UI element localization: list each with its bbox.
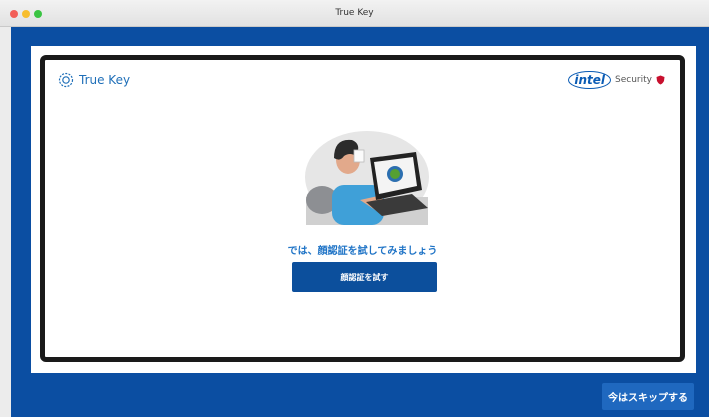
true-key-logo: True Key — [58, 72, 130, 88]
window-titlebar: True Key — [0, 0, 709, 27]
intel-security-logo: intel Security — [568, 71, 665, 89]
intel-logo: intel — [568, 71, 612, 89]
app-content: True Key intel Security では、顔認証を試してみましょう … — [11, 27, 709, 417]
face-recognition-illustration — [305, 131, 429, 225]
logo-text: True Key — [79, 73, 131, 87]
true-key-logo-icon — [58, 72, 74, 88]
security-label: Security — [615, 75, 652, 85]
setup-frame: True Key intel Security では、顔認証を試してみましょう … — [40, 55, 685, 362]
face-recognition-prompt: では、顔認証を試してみましょう — [287, 246, 438, 257]
skip-button[interactable]: 今はスキップする — [602, 383, 694, 410]
shield-icon — [656, 75, 665, 85]
window-title: True Key — [335, 8, 374, 18]
try-face-recognition-button[interactable]: 顔認証を試す — [292, 262, 437, 292]
setup-card: True Key intel Security では、顔認証を試してみましょう … — [31, 46, 696, 373]
